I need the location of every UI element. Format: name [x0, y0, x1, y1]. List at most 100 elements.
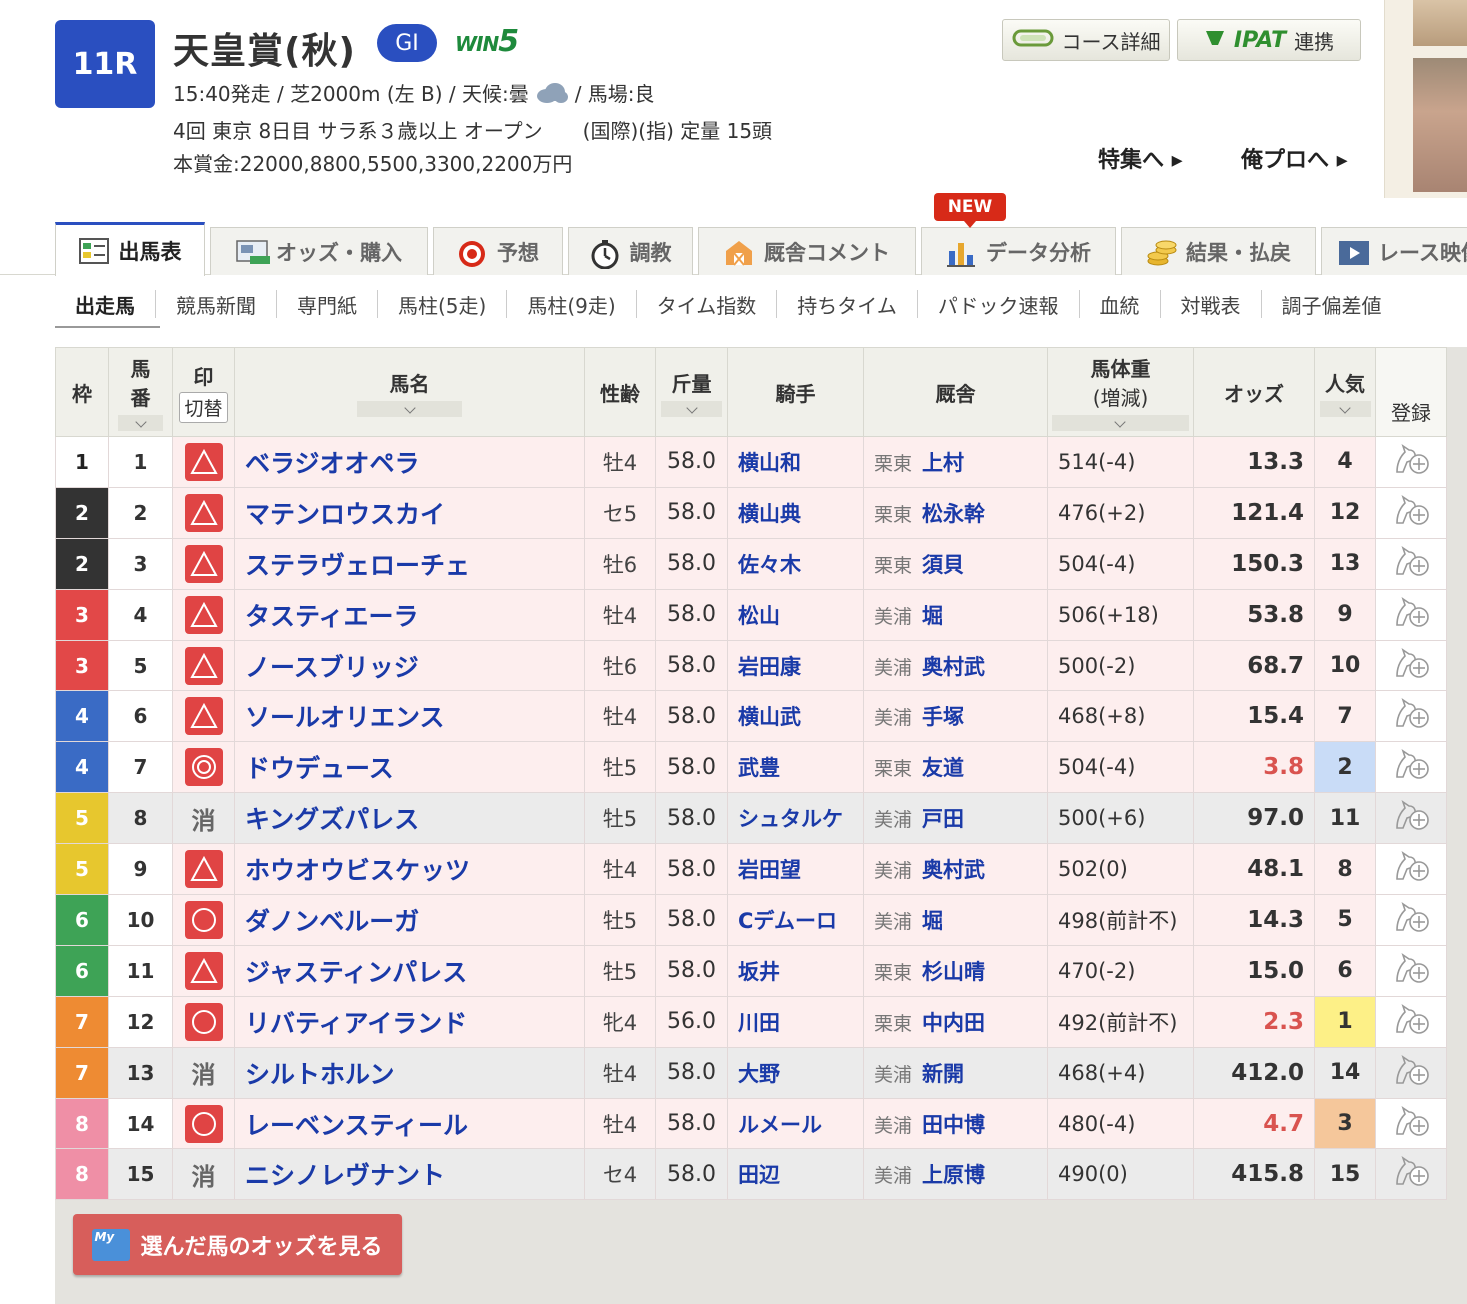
trainer-link[interactable]: 上原博: [922, 1163, 985, 1187]
jockey-link[interactable]: 横山和: [727, 436, 864, 488]
subtab-runners[interactable]: 出走馬: [55, 290, 156, 318]
mark-cell[interactable]: [172, 741, 235, 794]
mark-cell[interactable]: [172, 894, 235, 946]
trainer-link[interactable]: 戸田: [922, 807, 964, 831]
register-cell[interactable]: [1375, 995, 1447, 1048]
sort-chevron-icon[interactable]: [661, 400, 722, 417]
jockey-link[interactable]: 岩田望: [727, 843, 864, 896]
header-weight[interactable]: 斤量: [655, 347, 728, 437]
register-cell[interactable]: [1375, 1046, 1447, 1099]
register-cell[interactable]: [1375, 639, 1447, 692]
mark-cell[interactable]: [172, 639, 235, 692]
horse-name-link[interactable]: ノースブリッジ: [234, 639, 585, 692]
horse-name-link[interactable]: レーベンスティール: [234, 1097, 585, 1150]
jockey-link[interactable]: Cデムーロ: [727, 894, 864, 946]
trainer-link[interactable]: 奥村武: [922, 655, 985, 679]
feature-link[interactable]: 特集へ ▸: [1098, 142, 1183, 174]
register-horse-add-icon[interactable]: [1391, 647, 1431, 686]
jockey-link[interactable]: ルメール: [727, 1097, 864, 1150]
tab-race-video[interactable]: レース映像: [1321, 227, 1467, 275]
header-popularity[interactable]: 人気: [1314, 347, 1376, 437]
tab-results[interactable]: 結果・払戻: [1121, 227, 1316, 275]
header-bodyweight[interactable]: 馬体重 (増減): [1047, 347, 1194, 437]
register-horse-add-icon[interactable]: [1391, 901, 1431, 940]
horse-name-link[interactable]: ホウオウビスケッツ: [234, 843, 585, 896]
trainer-link[interactable]: 新開: [922, 1062, 964, 1086]
register-horse-add-icon[interactable]: [1391, 1105, 1431, 1144]
horse-name-link[interactable]: ベラジオオペラ: [234, 436, 585, 488]
header-horse[interactable]: 馬名: [234, 347, 585, 437]
mark-cell[interactable]: [172, 588, 235, 641]
mark-cell[interactable]: [172, 1097, 235, 1150]
mark-cell[interactable]: [172, 944, 235, 997]
trainer-link[interactable]: 友道: [922, 756, 964, 780]
mark-triangle-icon[interactable]: [184, 850, 223, 889]
jockey-link[interactable]: 佐々木: [727, 537, 864, 590]
register-horse-add-icon[interactable]: [1391, 851, 1431, 889]
register-horse-add-icon[interactable]: [1391, 1003, 1431, 1042]
mark-triangle-icon[interactable]: [184, 646, 223, 685]
register-cell[interactable]: [1375, 436, 1447, 488]
mark-toggle-button[interactable]: 切替: [179, 392, 228, 423]
mark-triangle-icon[interactable]: [184, 951, 223, 990]
register-horse-add-icon[interactable]: [1391, 545, 1431, 584]
sort-chevron-icon[interactable]: [1052, 415, 1189, 431]
horse-name-link[interactable]: リバティアイランド: [234, 995, 585, 1048]
horse-name-link[interactable]: タスティエーラ: [234, 588, 585, 641]
register-horse-add-icon[interactable]: [1391, 443, 1431, 482]
erased-mark[interactable]: 消: [192, 1061, 216, 1089]
mark-circle-icon[interactable]: [184, 900, 223, 939]
tab-stable-comment[interactable]: 厩舎コメント: [698, 227, 916, 275]
subtab-form-9[interactable]: 馬柱(9走): [507, 290, 637, 318]
trainer-link[interactable]: 須貝: [922, 553, 964, 577]
register-cell[interactable]: [1375, 1148, 1447, 1201]
view-selected-odds-button[interactable]: My 選んだ馬のオッズを見る: [73, 1214, 402, 1275]
register-cell[interactable]: [1375, 1097, 1447, 1150]
advertisement-banner[interactable]: [1384, 0, 1467, 198]
subtab-best-time[interactable]: 持ちタイム: [777, 290, 918, 318]
jockey-link[interactable]: 大野: [727, 1046, 864, 1099]
orepro-link[interactable]: 俺プロへ ▸: [1241, 142, 1348, 174]
trainer-link[interactable]: 堀: [922, 604, 943, 628]
register-cell[interactable]: [1375, 690, 1447, 743]
tab-training[interactable]: 調教: [568, 227, 693, 275]
tab-entries[interactable]: 出馬表: [55, 222, 205, 276]
win5-logo[interactable]: WIN5: [455, 24, 519, 59]
register-horse-add-icon[interactable]: [1391, 952, 1431, 991]
trainer-link[interactable]: 手塚: [922, 705, 964, 729]
tab-data-analysis[interactable]: データ分析: [921, 227, 1116, 275]
subtab-paddock[interactable]: パドック速報: [918, 290, 1080, 318]
register-cell[interactable]: [1375, 894, 1447, 946]
mark-cell[interactable]: [172, 995, 235, 1048]
trainer-link[interactable]: 杉山晴: [922, 960, 985, 984]
erased-mark[interactable]: 消: [192, 807, 216, 835]
register-horse-add-icon[interactable]: [1391, 698, 1431, 736]
mark-cell[interactable]: 消: [172, 1148, 235, 1201]
mark-cell[interactable]: [172, 537, 235, 590]
tab-odds[interactable]: オッズ・購入: [210, 227, 428, 275]
horse-name-link[interactable]: ダノンベルーガ: [234, 894, 585, 946]
subtab-condition[interactable]: 調子偏差値: [1262, 290, 1402, 318]
trainer-link[interactable]: 上村: [922, 451, 964, 475]
register-cell[interactable]: [1375, 537, 1447, 590]
header-umaban[interactable]: 馬番: [108, 347, 173, 437]
jockey-link[interactable]: 田辺: [727, 1148, 864, 1201]
sort-chevron-icon[interactable]: [357, 400, 462, 417]
subtab-head-to-head[interactable]: 対戦表: [1161, 290, 1262, 318]
sort-chevron-icon[interactable]: [118, 415, 163, 431]
register-cell[interactable]: [1375, 741, 1447, 794]
mark-circle-icon[interactable]: [184, 1002, 223, 1041]
register-cell[interactable]: [1375, 792, 1447, 845]
register-horse-add-icon[interactable]: [1391, 800, 1431, 838]
register-horse-add-icon[interactable]: [1391, 494, 1431, 533]
tab-prediction[interactable]: 予想: [433, 227, 563, 275]
horse-name-link[interactable]: ジャスティンパレス: [234, 944, 585, 997]
mark-triangle-icon[interactable]: [184, 544, 223, 583]
register-horse-add-icon[interactable]: [1391, 1054, 1431, 1093]
trainer-link[interactable]: 田中博: [922, 1113, 985, 1137]
horse-name-link[interactable]: キングズパレス: [234, 792, 585, 845]
trainer-link[interactable]: 中内田: [922, 1011, 985, 1035]
erased-mark[interactable]: 消: [192, 1163, 216, 1191]
jockey-link[interactable]: 横山典: [727, 486, 864, 539]
horse-name-link[interactable]: ニシノレヴナント: [234, 1148, 585, 1201]
